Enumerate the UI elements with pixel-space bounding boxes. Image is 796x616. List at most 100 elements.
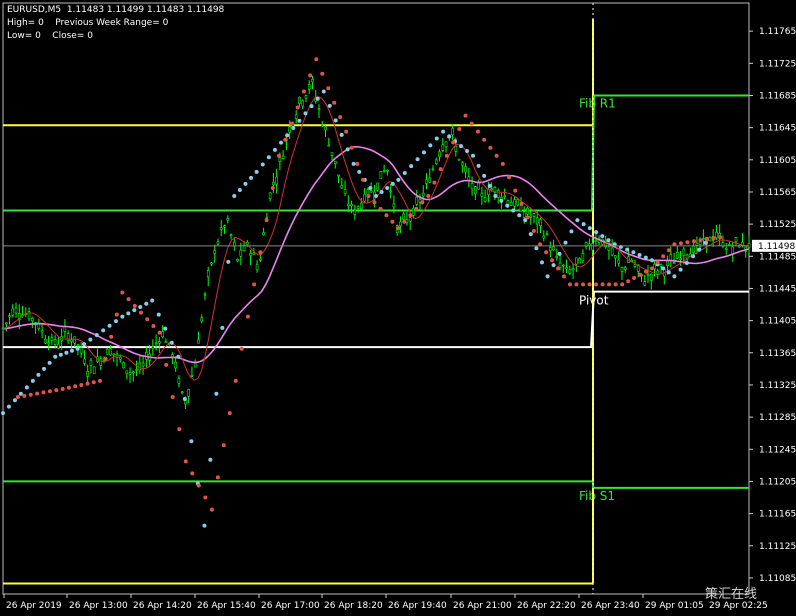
sar-dot-blue	[169, 340, 174, 345]
sar-dot-red	[233, 378, 238, 383]
sar-dot-blue	[385, 185, 390, 190]
candle-body	[535, 217, 539, 225]
sar-dot-red	[73, 384, 78, 389]
sar-dot-red	[258, 250, 263, 255]
sar-dot-blue	[684, 260, 689, 265]
candle-body	[483, 196, 487, 202]
candle-body	[294, 114, 298, 119]
price-chart[interactable]: Fib R1PivotFib S11.117651.117251.116851.…	[0, 0, 796, 616]
sar-dot-red	[338, 115, 343, 120]
candle-body	[503, 195, 506, 198]
candle-body	[14, 307, 18, 314]
candle-body	[350, 204, 353, 206]
sar-dot-blue	[113, 319, 118, 324]
sar-dot-red	[252, 282, 257, 287]
sar-dot-blue	[409, 164, 414, 169]
sar-dot-blue	[637, 252, 642, 257]
sar-dot-blue	[441, 129, 446, 134]
sar-dot-blue	[415, 157, 420, 162]
candle-body	[425, 179, 428, 184]
sar-dot-blue	[315, 96, 320, 101]
sar-dot-blue	[42, 366, 47, 371]
sar-dot-red	[360, 177, 365, 182]
level-label-fib-s1: Fib S1	[579, 489, 615, 503]
candle-body	[31, 317, 34, 321]
candle-body	[617, 259, 620, 264]
y-tick-label: 1.11565	[759, 188, 796, 198]
sar-dot-red	[289, 121, 294, 126]
sar-dot-red	[500, 161, 505, 166]
sar-dot-blue	[703, 240, 708, 245]
candle-body	[715, 231, 718, 238]
candle-body	[304, 95, 308, 99]
candle-body	[79, 347, 83, 354]
x-tick-label: 26 Apr 18:20	[324, 601, 383, 611]
sar-dot-red	[644, 269, 649, 274]
x-tick-label: 26 Apr 17:00	[261, 601, 320, 611]
candle-body	[73, 336, 76, 344]
candle-body	[542, 235, 546, 239]
candle-body	[356, 205, 360, 209]
sar-dot-red	[301, 89, 306, 94]
sar-dot-blue	[631, 250, 636, 255]
sar-dot-blue	[476, 163, 481, 168]
candle-body	[496, 190, 500, 198]
candle-body	[154, 342, 158, 345]
sar-dot-blue	[643, 255, 648, 260]
candle-body	[633, 263, 637, 267]
x-tick-label: 29 Apr 02:25	[709, 601, 768, 611]
candle-body	[682, 248, 686, 256]
candle-body	[122, 362, 125, 369]
sar-dot-red	[519, 202, 524, 207]
candle-body	[578, 258, 581, 264]
sar-dot-red	[355, 161, 360, 166]
candle-body	[529, 215, 533, 218]
sar-dot-blue	[75, 346, 80, 351]
sar-dot-blue	[101, 328, 106, 333]
sar-dot-red	[114, 312, 119, 317]
sar-dot-red	[698, 238, 703, 243]
candle-body	[415, 196, 419, 205]
sar-dot-blue	[327, 103, 332, 108]
sar-dot-red	[190, 471, 195, 476]
candle-body	[610, 247, 614, 256]
candle-body	[343, 189, 347, 195]
sar-dot-red	[28, 392, 33, 397]
sar-dot-red	[372, 200, 377, 205]
candle-body	[457, 158, 461, 161]
sar-dot-red	[544, 250, 549, 255]
candle-body	[591, 243, 594, 251]
sar-dot-red	[581, 282, 586, 287]
candle-body	[607, 246, 611, 251]
sar-dot-red	[438, 167, 443, 172]
sar-dot-red	[97, 378, 102, 383]
sar-dot-blue	[189, 439, 194, 444]
sar-dot-blue	[351, 161, 356, 166]
candle-body	[392, 203, 396, 208]
sar-dot-red	[531, 228, 536, 233]
y-tick-label: 1.11365	[759, 349, 796, 359]
sar-dot-blue	[587, 226, 592, 231]
sar-dot-blue	[36, 372, 41, 377]
sar-dot-red	[661, 254, 666, 259]
candle-body	[158, 341, 161, 344]
x-tick-label: 26 Apr 21:00	[453, 601, 512, 611]
x-tick-label: 26 Apr 14:20	[133, 601, 192, 611]
candle-body	[399, 221, 402, 227]
sar-dot-red	[103, 356, 108, 361]
sar-dot-red	[54, 388, 59, 393]
sar-dot-red	[420, 200, 425, 205]
sar-dot-blue	[303, 111, 308, 116]
candle-body	[278, 157, 282, 162]
sar-dot-red	[151, 323, 156, 328]
sar-dot-red	[270, 185, 275, 190]
sar-dot-blue	[291, 125, 296, 130]
sar-dot-red	[513, 188, 518, 193]
sar-dot-red	[349, 145, 354, 150]
sar-dot-blue	[594, 230, 599, 235]
candle-body	[193, 362, 197, 368]
candle-body	[526, 207, 529, 215]
sar-dot-blue	[487, 183, 492, 188]
candle-body	[594, 240, 598, 242]
sar-dot-red	[139, 310, 144, 315]
